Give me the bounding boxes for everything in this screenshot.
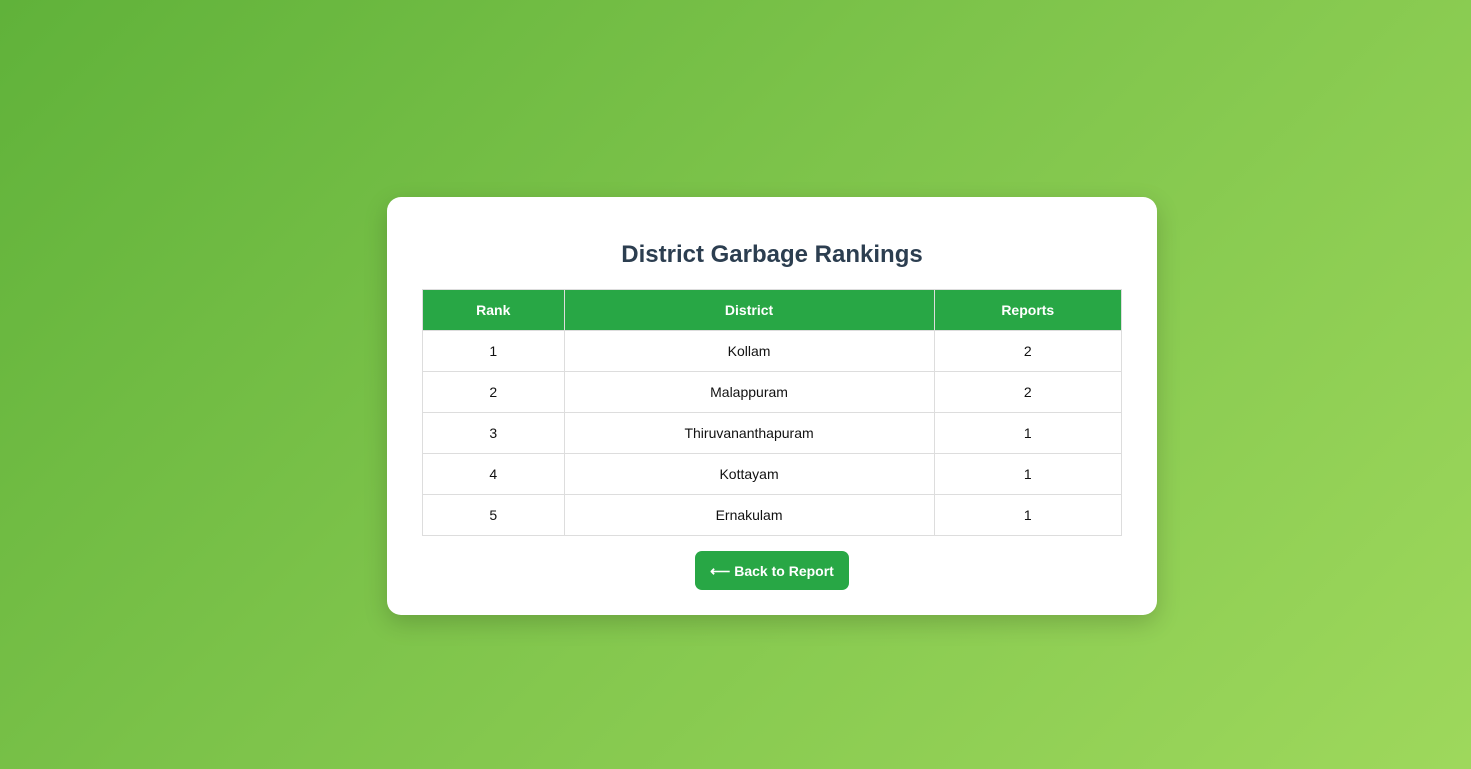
district-cell: Kollam [563,330,935,372]
column-header-reports: Reports [933,289,1123,331]
rankings-table: Rank District Reports 1 Kollam 2 2 Malap… [422,289,1123,536]
arrow-left-icon: ⟵ [710,562,731,579]
reports-cell: 1 [933,494,1123,536]
reports-cell: 1 [933,412,1123,454]
table-row: 1 Kollam 2 [422,330,1123,372]
district-cell: Kottayam [563,453,935,495]
district-cell: Thiruvananthapuram [563,412,935,454]
reports-cell: 2 [933,330,1123,372]
table-row: 2 Malappuram 2 [422,371,1123,413]
rank-cell: 1 [422,330,565,372]
rank-cell: 3 [422,412,565,454]
reports-cell: 2 [933,371,1123,413]
rankings-card: District Garbage Rankings Rank District … [387,197,1157,615]
back-to-report-button[interactable]: ⟵ Back to Report [695,551,849,590]
page-title: District Garbage Rankings [621,241,923,268]
column-header-district: District [563,289,935,331]
column-header-rank: Rank [422,289,565,331]
rank-cell: 4 [422,453,565,495]
reports-cell: 1 [933,453,1123,495]
table-row: 5 Ernakulam 1 [422,494,1123,536]
table-row: 3 Thiruvananthapuram 1 [422,412,1123,454]
rank-cell: 2 [422,371,565,413]
table-row: 4 Kottayam 1 [422,453,1123,495]
back-button-label: Back to Report [734,562,834,579]
rank-cell: 5 [422,494,565,536]
table-header-row: Rank District Reports [422,289,1123,331]
district-cell: Malappuram [563,371,935,413]
district-cell: Ernakulam [563,494,935,536]
